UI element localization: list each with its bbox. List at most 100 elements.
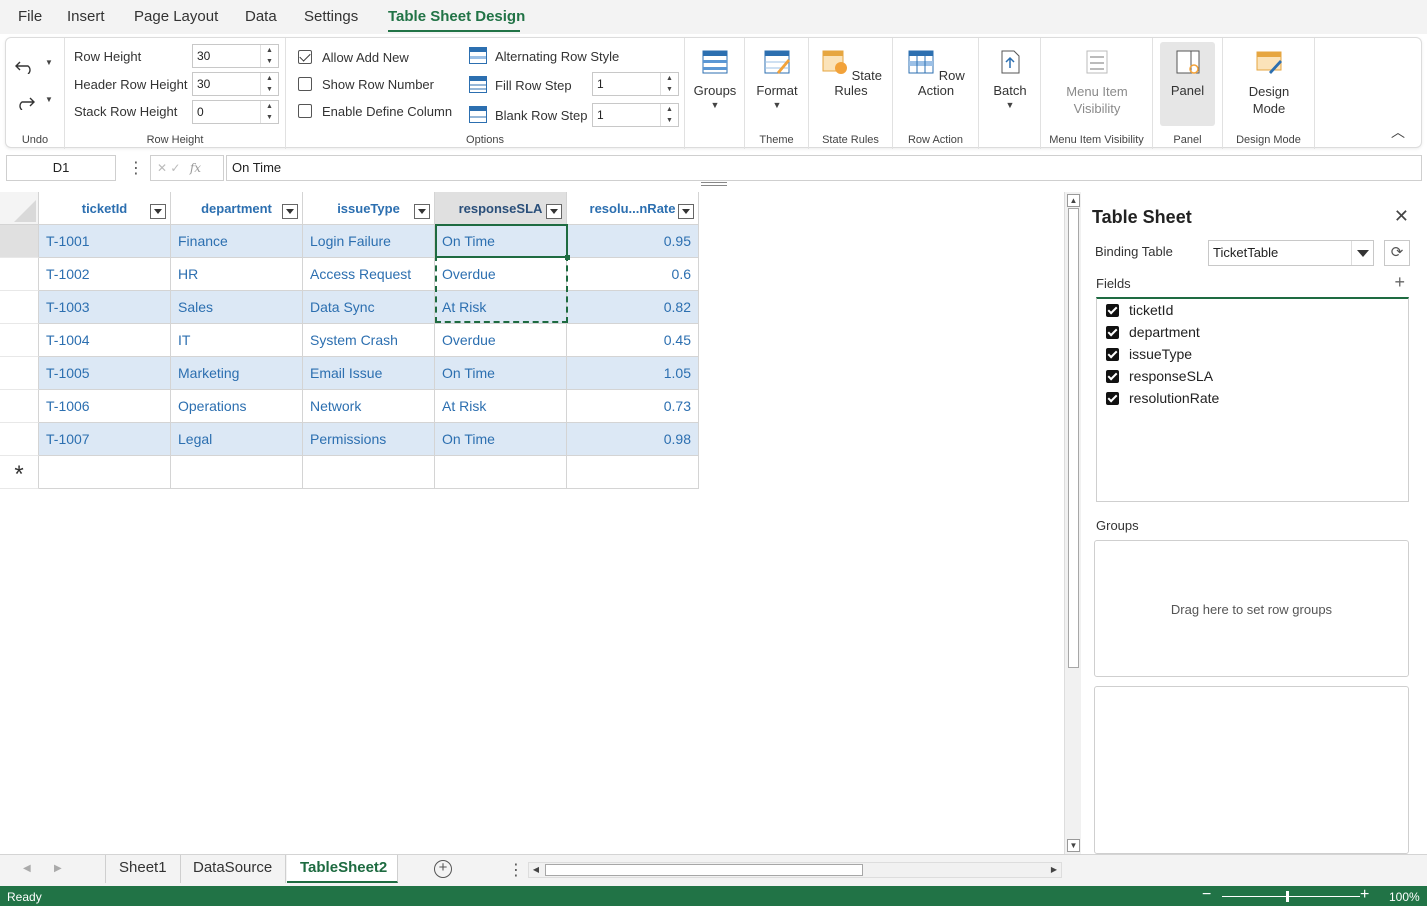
zoom-in-icon[interactable]: + xyxy=(1360,886,1369,904)
sheet-tab-tablesheet2[interactable]: TableSheet2 xyxy=(287,855,398,883)
cell-issuetype[interactable]: Access Request xyxy=(303,258,435,291)
new-row-cell[interactable] xyxy=(39,456,171,489)
fill-row-step-value[interactable]: 1 xyxy=(597,77,604,91)
checkbox-checked-icon[interactable] xyxy=(1106,326,1119,339)
spin-up-icon[interactable]: ▲ xyxy=(261,45,278,56)
name-box[interactable]: D1 xyxy=(6,155,116,181)
menu-insert[interactable]: Insert xyxy=(67,8,105,25)
cell-ticketid[interactable]: T-1004 xyxy=(39,324,171,357)
new-row-cell[interactable] xyxy=(303,456,435,489)
binding-table-select[interactable]: TicketTable xyxy=(1208,240,1374,266)
cell-issuetype[interactable]: Login Failure xyxy=(303,225,435,258)
header-row-height-value[interactable]: 30 xyxy=(197,77,210,91)
new-row-cell[interactable] xyxy=(435,456,567,489)
design-mode-button[interactable]: Design Mode xyxy=(1229,42,1309,126)
cell-ticketid[interactable]: T-1003 xyxy=(39,291,171,324)
cell-responsesla[interactable]: Overdue xyxy=(435,324,567,357)
cell-resolutionrate[interactable]: 0.73 xyxy=(567,390,699,423)
cell-issuetype[interactable]: Permissions xyxy=(303,423,435,456)
state-rules-button[interactable]: State Rules xyxy=(811,42,891,126)
select-all-corner[interactable] xyxy=(0,192,39,225)
spin-up-icon[interactable]: ▲ xyxy=(261,101,278,112)
show-row-number-checkbox[interactable] xyxy=(298,77,312,91)
redo-icon[interactable] xyxy=(14,94,36,110)
horizontal-scroll-thumb[interactable] xyxy=(545,864,863,876)
vertical-scrollbar[interactable]: ▲ ▼ xyxy=(1064,192,1081,854)
new-row-cell[interactable] xyxy=(567,456,699,489)
field-item[interactable]: resolutionRate xyxy=(1106,390,1219,406)
alternating-row-style-icon[interactable] xyxy=(469,47,487,64)
checkbox-checked-icon[interactable] xyxy=(1106,304,1119,317)
row-header[interactable] xyxy=(0,324,39,357)
enable-define-column-label[interactable]: Enable Define Column xyxy=(322,104,452,119)
checkbox-checked-icon[interactable] xyxy=(1106,370,1119,383)
column-header-department[interactable]: department xyxy=(171,192,303,225)
row-action-button[interactable]: Row Action xyxy=(895,42,977,126)
cell-ticketid[interactable]: T-1006 xyxy=(39,390,171,423)
panel-drop-zone[interactable] xyxy=(1094,686,1409,854)
zoom-out-icon[interactable]: − xyxy=(1202,886,1211,904)
spin-up-icon[interactable]: ▲ xyxy=(661,73,678,84)
row-header[interactable] xyxy=(0,357,39,390)
more-options-icon[interactable]: ⋮ xyxy=(508,860,524,880)
row-groups-drop-zone[interactable]: Drag here to set row groups xyxy=(1094,540,1409,677)
column-header-issuetype[interactable]: issueType xyxy=(303,192,435,225)
scroll-up-icon[interactable]: ▲ xyxy=(1067,194,1080,207)
redo-dropdown-icon[interactable]: ▼ xyxy=(45,95,53,104)
menu-item-visibility-button[interactable]: Menu Item Visibility xyxy=(1047,42,1147,126)
undo-icon[interactable] xyxy=(14,58,36,74)
cell-issuetype[interactable]: Network xyxy=(303,390,435,423)
zoom-slider-thumb[interactable] xyxy=(1286,891,1289,902)
column-header-resolutionrate[interactable]: resolu...nRate xyxy=(567,192,699,225)
spin-up-icon[interactable]: ▲ xyxy=(661,104,678,115)
refresh-button[interactable]: ⟳ xyxy=(1384,240,1410,266)
checkbox-checked-icon[interactable] xyxy=(1106,348,1119,361)
sheet-tab-sheet1[interactable]: Sheet1 xyxy=(105,855,181,883)
filter-dropdown-icon[interactable] xyxy=(546,204,562,219)
row-header[interactable] xyxy=(0,390,39,423)
groups-button[interactable]: Groups ▼ xyxy=(687,42,743,126)
row-header[interactable] xyxy=(0,423,39,456)
cell-issuetype[interactable]: Email Issue xyxy=(303,357,435,390)
cell-issuetype[interactable]: Data Sync xyxy=(303,291,435,324)
cell-department[interactable]: HR xyxy=(171,258,303,291)
horizontal-scrollbar[interactable]: ◀ ▶ xyxy=(528,862,1062,878)
close-icon[interactable]: ✕ xyxy=(1394,206,1409,227)
stack-row-height-spinner[interactable]: 0 ▲ ▼ xyxy=(192,100,279,124)
cell-issuetype[interactable]: System Crash xyxy=(303,324,435,357)
row-header[interactable] xyxy=(0,258,39,291)
allow-add-new-checkbox[interactable] xyxy=(298,50,312,64)
scroll-right-icon[interactable]: ▶ xyxy=(1047,863,1061,877)
cell-resolutionrate[interactable]: 0.95 xyxy=(567,225,699,258)
spin-up-icon[interactable]: ▲ xyxy=(261,73,278,84)
cell-responsesla[interactable]: On Time xyxy=(435,225,567,258)
add-sheet-icon[interactable]: + xyxy=(434,860,452,878)
cell-department[interactable]: IT xyxy=(171,324,303,357)
vertical-scroll-thumb[interactable] xyxy=(1068,208,1079,668)
collapse-ribbon-icon[interactable]: ︿ xyxy=(1391,122,1405,142)
cell-department[interactable]: Marketing xyxy=(171,357,303,390)
spin-down-icon[interactable]: ▼ xyxy=(261,56,278,67)
menu-page-layout[interactable]: Page Layout xyxy=(134,8,218,25)
cell-department[interactable]: Operations xyxy=(171,390,303,423)
undo-dropdown-icon[interactable]: ▼ xyxy=(45,58,53,67)
alternating-row-style-label[interactable]: Alternating Row Style xyxy=(495,49,619,64)
zoom-slider[interactable] xyxy=(1222,896,1360,897)
spin-down-icon[interactable]: ▼ xyxy=(261,112,278,123)
next-sheet-icon[interactable]: ▶ xyxy=(54,863,62,874)
new-row-cell[interactable] xyxy=(171,456,303,489)
cell-responsesla[interactable]: On Time xyxy=(435,357,567,390)
header-row-height-spinner[interactable]: 30 ▲ ▼ xyxy=(192,72,279,96)
show-row-number-label[interactable]: Show Row Number xyxy=(322,77,434,92)
zoom-level[interactable]: 100% xyxy=(1389,890,1420,904)
panel-button[interactable]: Panel xyxy=(1160,42,1215,126)
cell-department[interactable]: Legal xyxy=(171,423,303,456)
row-height-value[interactable]: 30 xyxy=(197,49,210,63)
cell-resolutionrate[interactable]: 0.82 xyxy=(567,291,699,324)
cell-responsesla[interactable]: At Risk xyxy=(435,390,567,423)
filter-dropdown-icon[interactable] xyxy=(678,204,694,219)
cell-ticketid[interactable]: T-1007 xyxy=(39,423,171,456)
menu-settings[interactable]: Settings xyxy=(304,8,358,25)
cell-ticketid[interactable]: T-1005 xyxy=(39,357,171,390)
filter-dropdown-icon[interactable] xyxy=(282,204,298,219)
